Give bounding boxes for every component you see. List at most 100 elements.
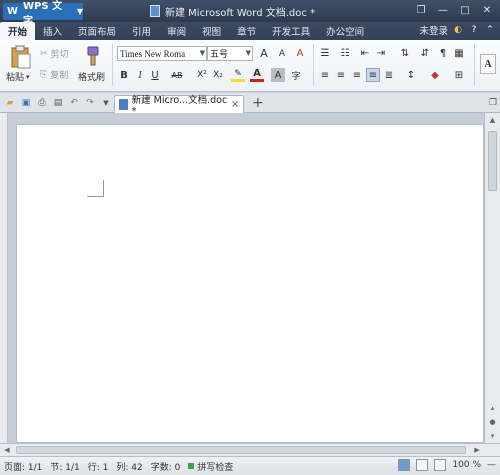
paste-icon[interactable] — [10, 45, 32, 69]
tab-insert[interactable]: 插入 — [35, 22, 70, 40]
superscript-button[interactable]: X² — [194, 68, 210, 82]
status-page[interactable]: 页面: 1/1 — [0, 460, 46, 473]
format-painter-button[interactable]: 格式刷 — [78, 70, 105, 83]
open-folder-icon[interactable]: ▰ — [4, 97, 16, 109]
clear-format-icon[interactable]: A — [293, 46, 307, 60]
border-icon[interactable]: ⊞ — [452, 68, 466, 82]
cut-label: 剪切 — [50, 50, 69, 60]
tab-view[interactable]: 视图 — [194, 22, 229, 40]
scroll-left-icon[interactable]: ◀ — [0, 444, 14, 456]
italic-button[interactable]: I — [133, 68, 147, 82]
quick-access-toolbar: ▰ ▣ ⎙ ▤ ↶ ↷ ▼ 新建 Micro...文档.doc * × + ❐ — [0, 93, 500, 117]
cut-button[interactable]: ✂ 剪切 — [40, 47, 69, 61]
align-left-icon[interactable]: ≡ — [318, 68, 332, 82]
grow-font-icon[interactable]: A — [257, 46, 271, 60]
document-icon — [119, 99, 128, 110]
close-icon[interactable]: ✕ — [476, 2, 498, 18]
vertical-scroll-thumb[interactable] — [488, 131, 497, 191]
paragraph-shading-icon[interactable]: ◆ — [428, 68, 442, 82]
bullet-list-icon[interactable]: ☰ — [318, 46, 332, 60]
styles-gallery-button[interactable]: A — [480, 54, 496, 74]
sort-icon[interactable]: ⇵ — [418, 46, 432, 60]
collapse-ribbon-icon[interactable]: ⌃ — [484, 24, 496, 36]
new-tab-button[interactable]: + — [252, 95, 264, 111]
tab-references[interactable]: 引用 — [124, 22, 159, 40]
show-marks-icon[interactable]: ¶ — [436, 46, 450, 60]
document-page[interactable] — [16, 124, 484, 443]
tab-review[interactable]: 审阅 — [159, 22, 194, 40]
align-center-icon[interactable]: ≡ — [334, 68, 348, 82]
copy-icon: ⎘ — [40, 69, 48, 80]
print-preview-icon[interactable]: ▤ — [52, 97, 64, 109]
help-icon[interactable]: ? — [468, 24, 480, 36]
paste-button[interactable]: 粘贴 ▾ — [6, 70, 30, 84]
horizontal-scrollbar[interactable]: ◀ ▶ — [0, 443, 500, 456]
subscript-button[interactable]: X₂ — [210, 68, 226, 82]
previous-page-icon[interactable]: ▴ — [485, 401, 500, 415]
decrease-indent-icon[interactable]: ⇤ — [358, 46, 372, 60]
numbered-list-icon[interactable]: ☷ — [338, 46, 352, 60]
character-shading-button[interactable]: A — [271, 68, 285, 82]
maximize-icon[interactable]: □ — [454, 2, 476, 18]
line-spacing-icon[interactable]: ↕ — [404, 68, 418, 82]
undo-icon[interactable]: ↶ — [68, 97, 80, 109]
font-name-select[interactable]: Times New Roma ▼ — [117, 46, 207, 61]
chevron-down-icon: ▼ — [245, 49, 251, 57]
group-divider — [112, 44, 113, 86]
align-right-icon[interactable]: ≡ — [350, 68, 364, 82]
phonetic-guide-icon[interactable]: 字 — [289, 68, 303, 82]
tab-page-layout[interactable]: 页面布局 — [70, 22, 124, 40]
scroll-up-icon[interactable]: ▲ — [485, 113, 500, 127]
strikethrough-button[interactable]: AB — [167, 68, 187, 82]
spell-check-toggle[interactable]: 拼写检查 — [184, 460, 237, 473]
scroll-right-icon[interactable]: ▶ — [470, 444, 484, 456]
status-row: 行: 1 — [87, 462, 109, 473]
close-tab-icon[interactable]: × — [231, 99, 239, 110]
login-link[interactable]: 未登录 — [419, 23, 448, 37]
tab-section[interactable]: 章节 — [229, 22, 264, 40]
minimize-icon[interactable]: — — [432, 2, 454, 18]
brush-icon[interactable] — [82, 45, 102, 67]
vertical-scrollbar[interactable]: ▲ ▴ ● ▾ — [484, 113, 500, 443]
document-tab[interactable]: 新建 Micro...文档.doc * × — [114, 95, 244, 117]
highlight-icon[interactable]: ✎ — [231, 68, 245, 82]
page-view-icon[interactable] — [398, 459, 411, 471]
print-icon[interactable]: ⎙ — [36, 97, 48, 109]
save-icon[interactable]: ▣ — [20, 97, 32, 109]
shrink-font-icon[interactable]: A — [275, 47, 289, 61]
spell-check-label: 拼写检查 — [197, 462, 234, 473]
document-icon — [150, 5, 160, 17]
vertical-ruler — [0, 113, 8, 443]
status-section: 节: 1/1 — [50, 462, 80, 473]
font-size-select[interactable]: 五号 ▼ — [207, 46, 253, 61]
increase-indent-icon[interactable]: ⇥ — [374, 46, 388, 60]
tab-developer[interactable]: 开发工具 — [264, 22, 318, 40]
app-menu-button[interactable]: W WPS 文字 ▼ — [3, 1, 83, 27]
redo-icon[interactable]: ↷ — [84, 97, 96, 109]
font-color-button[interactable]: A — [250, 68, 264, 82]
justify-icon[interactable]: ≡ — [366, 68, 380, 82]
skin-icon[interactable]: ◐ — [452, 24, 464, 36]
bold-button[interactable]: B — [117, 68, 131, 82]
chevron-down-icon: ▼ — [76, 7, 83, 16]
copy-button[interactable]: ⎘ 复制 — [40, 68, 68, 82]
next-page-icon[interactable]: ▾ — [485, 429, 500, 443]
select-browse-icon[interactable]: ● — [485, 415, 500, 429]
status-word-count[interactable]: 字数: 0 — [147, 460, 185, 473]
outline-view-icon[interactable] — [416, 459, 429, 471]
chinese-layout-icon[interactable]: ⇅ — [398, 46, 412, 60]
tab-office-space[interactable]: 办公空间 — [318, 22, 372, 40]
restore-window-icon[interactable]: ❐ — [487, 97, 499, 109]
customize-toolbar-icon[interactable]: ▼ — [100, 97, 112, 109]
tab-home[interactable]: 开始 — [0, 22, 36, 40]
distributed-align-icon[interactable]: ≣ — [382, 68, 396, 82]
underline-button[interactable]: U — [148, 68, 162, 82]
status-bar: 页面: 1/1 节: 1/1 行: 1 列: 42 字数: 0 拼写检查 100… — [0, 456, 500, 475]
restore-icon[interactable]: ❐ — [410, 2, 432, 18]
scissors-icon: ✂ — [40, 48, 48, 59]
zoom-level[interactable]: 100 % — [452, 460, 481, 470]
web-view-icon[interactable] — [434, 459, 447, 471]
table-icon[interactable]: ▦ — [452, 46, 466, 60]
horizontal-scroll-thumb[interactable] — [16, 446, 466, 454]
zoom-out-icon[interactable]: — — [487, 460, 496, 470]
